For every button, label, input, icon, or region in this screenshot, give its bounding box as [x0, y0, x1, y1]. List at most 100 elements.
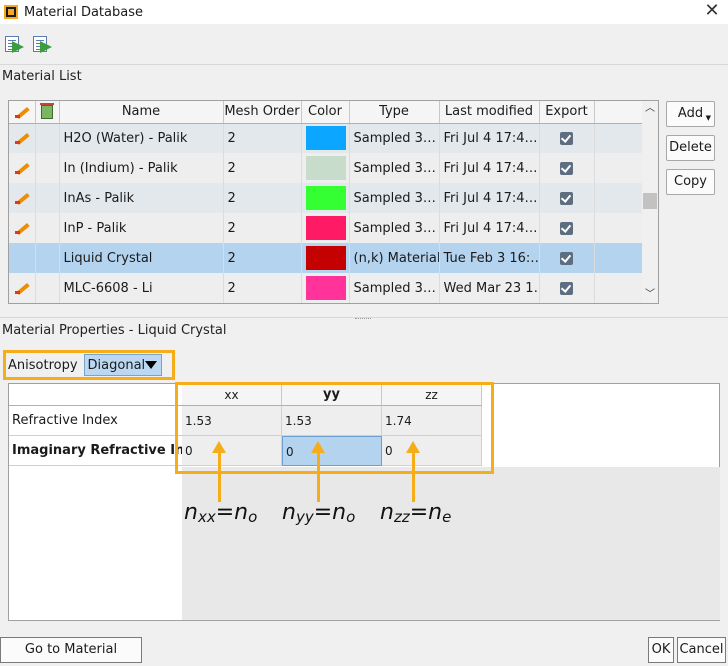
color-swatch — [305, 186, 346, 210]
export-checkbox-cell[interactable] — [539, 243, 595, 273]
ok-button[interactable]: OK — [648, 637, 674, 663]
material-name[interactable]: MLC-6608 - Li — [59, 273, 224, 303]
edit-cell[interactable] — [9, 273, 36, 303]
dropdown-arrow-icon — [145, 361, 158, 369]
delete-column-header[interactable] — [35, 101, 60, 124]
column-header-type[interactable]: Type — [349, 101, 440, 124]
edit-cell[interactable] — [9, 213, 36, 243]
material-type: Sampled 3… — [349, 273, 440, 303]
material-properties-label: Material Properties - Liquid Crystal — [2, 323, 227, 338]
last-modified: Wed Mar 23 1… — [439, 273, 540, 303]
mesh-order[interactable]: 2 — [223, 243, 302, 273]
edit-column-header[interactable] — [9, 101, 36, 124]
material-type: Sampled 3… — [349, 153, 440, 183]
add-button[interactable]: Add ▼ — [666, 101, 715, 127]
anisotropy-label: Anisotropy — [8, 357, 78, 373]
close-icon[interactable]: ✕ — [702, 1, 722, 21]
last-modified: Tue Feb 3 16:… — [439, 243, 540, 273]
tensor-highlight-box — [175, 382, 494, 474]
delete-button[interactable]: Delete — [666, 135, 715, 161]
export-icon[interactable] — [30, 34, 54, 56]
color-swatch-cell[interactable] — [301, 153, 350, 183]
edit-icon — [14, 221, 29, 235]
edit-icon — [14, 131, 29, 145]
material-type: Sampled 3… — [349, 123, 440, 153]
material-name[interactable]: InP - Palik — [59, 213, 224, 243]
edit-cell[interactable] — [9, 123, 36, 153]
material-type: Sampled 3… — [349, 213, 440, 243]
annotation-nxx: nxx=no — [184, 500, 258, 526]
anisotropy-row: Anisotropy Diagonal — [3, 350, 175, 380]
table-row[interactable]: InAs - Palik 2 Sampled 3… Fri Jul 4 17:4… — [9, 183, 644, 213]
last-modified: Fri Jul 4 17:4… — [439, 153, 540, 183]
color-swatch-cell[interactable] — [301, 273, 350, 303]
edit-cell[interactable] — [9, 153, 36, 183]
export-checkbox-cell[interactable] — [539, 123, 595, 153]
edit-icon — [14, 161, 29, 175]
column-header-color[interactable]: Color — [301, 101, 350, 124]
go-to-material-explorer-button[interactable]: Go to Material Explorer — [0, 637, 142, 663]
table-row[interactable]: MLC-6608 - Li 2 Sampled 3… Wed Mar 23 1… — [9, 273, 644, 303]
material-name[interactable]: H2O (Water) - Palik — [59, 123, 224, 153]
column-header-mesh-order[interactable]: Mesh Order — [223, 101, 302, 124]
checkbox-checked-icon[interactable] — [560, 281, 573, 295]
mesh-order[interactable]: 2 — [223, 273, 302, 303]
color-swatch — [305, 216, 346, 240]
export-checkbox-cell[interactable] — [539, 183, 595, 213]
copy-button[interactable]: Copy — [666, 169, 715, 195]
row-header-imaginary-refractive-index: Imaginary Refractive Index — [9, 436, 182, 466]
column-header-name[interactable]: Name — [59, 101, 224, 124]
material-list-grid: Name Mesh Order Color Type Last modified… — [8, 100, 659, 304]
column-header-last-modified[interactable]: Last modified — [439, 101, 540, 124]
checkbox-checked-icon[interactable] — [560, 221, 573, 235]
export-checkbox-cell[interactable] — [539, 153, 595, 183]
checkbox-checked-icon[interactable] — [560, 161, 573, 175]
mesh-order[interactable]: 2 — [223, 153, 302, 183]
scroll-thumb[interactable] — [643, 193, 657, 209]
export-checkbox-cell[interactable] — [539, 273, 595, 303]
mesh-order[interactable]: 2 — [223, 213, 302, 243]
table-row[interactable]: H2O (Water) - Palik 2 Sampled 3… Fri Jul 4 … — [9, 123, 644, 153]
color-swatch — [305, 246, 346, 270]
mesh-order[interactable]: 2 — [223, 183, 302, 213]
edit-cell[interactable] — [9, 243, 36, 273]
checkbox-checked-icon[interactable] — [560, 251, 573, 265]
table-row[interactable]: In (Indium) - Palik 2 Sampled 3… Fri Jul 4 … — [9, 153, 644, 183]
dropdown-caret-icon: ▼ — [705, 114, 711, 122]
edit-cell[interactable] — [9, 183, 36, 213]
color-swatch-cell[interactable] — [301, 243, 350, 273]
toolbar — [0, 30, 728, 58]
cancel-button[interactable]: Cancel — [677, 637, 726, 663]
column-header-export[interactable]: Export — [539, 101, 595, 124]
export-checkbox-cell[interactable] — [539, 213, 595, 243]
table-row[interactable]: InP - Palik 2 Sampled 3… Fri Jul 4 17:4… — [9, 213, 644, 243]
last-modified: Fri Jul 4 17:4… — [439, 213, 540, 243]
title-bar: Material Database ✕ — [0, 0, 728, 24]
app-icon — [4, 5, 18, 19]
splitter-grip[interactable] — [355, 318, 371, 320]
last-modified: Fri Jul 4 17:4… — [439, 123, 540, 153]
material-name[interactable]: Liquid Crystal — [59, 243, 224, 273]
edit-icon — [14, 105, 29, 119]
scroll-down-icon[interactable]: ﹀ — [642, 287, 658, 303]
table-row[interactable]: Liquid Crystal 2 (n,k) Material Tue Feb 3 1… — [9, 243, 644, 273]
anisotropy-select[interactable]: Diagonal — [83, 354, 162, 376]
color-swatch — [305, 276, 346, 300]
checkbox-checked-icon[interactable] — [560, 191, 573, 205]
last-modified: Fri Jul 4 17:4… — [439, 183, 540, 213]
color-swatch-cell[interactable] — [301, 213, 350, 243]
edit-icon — [14, 191, 29, 205]
vertical-scrollbar[interactable]: ︿ ﹀ — [642, 101, 658, 303]
material-type: (n,k) Material — [349, 243, 440, 273]
import-icon[interactable] — [2, 34, 26, 56]
color-swatch-cell[interactable] — [301, 123, 350, 153]
annotation-nyy: nyy=no — [282, 500, 356, 526]
mesh-order[interactable]: 2 — [223, 123, 302, 153]
material-name[interactable]: In (Indium) - Palik — [59, 153, 224, 183]
color-swatch-cell[interactable] — [301, 183, 350, 213]
grid-header: Name Mesh Order Color Type Last modified… — [9, 101, 644, 124]
scroll-up-icon[interactable]: ︿ — [642, 101, 658, 117]
material-list-label: Material List — [2, 69, 82, 84]
material-name[interactable]: InAs - Palik — [59, 183, 224, 213]
checkbox-checked-icon[interactable] — [560, 131, 573, 145]
